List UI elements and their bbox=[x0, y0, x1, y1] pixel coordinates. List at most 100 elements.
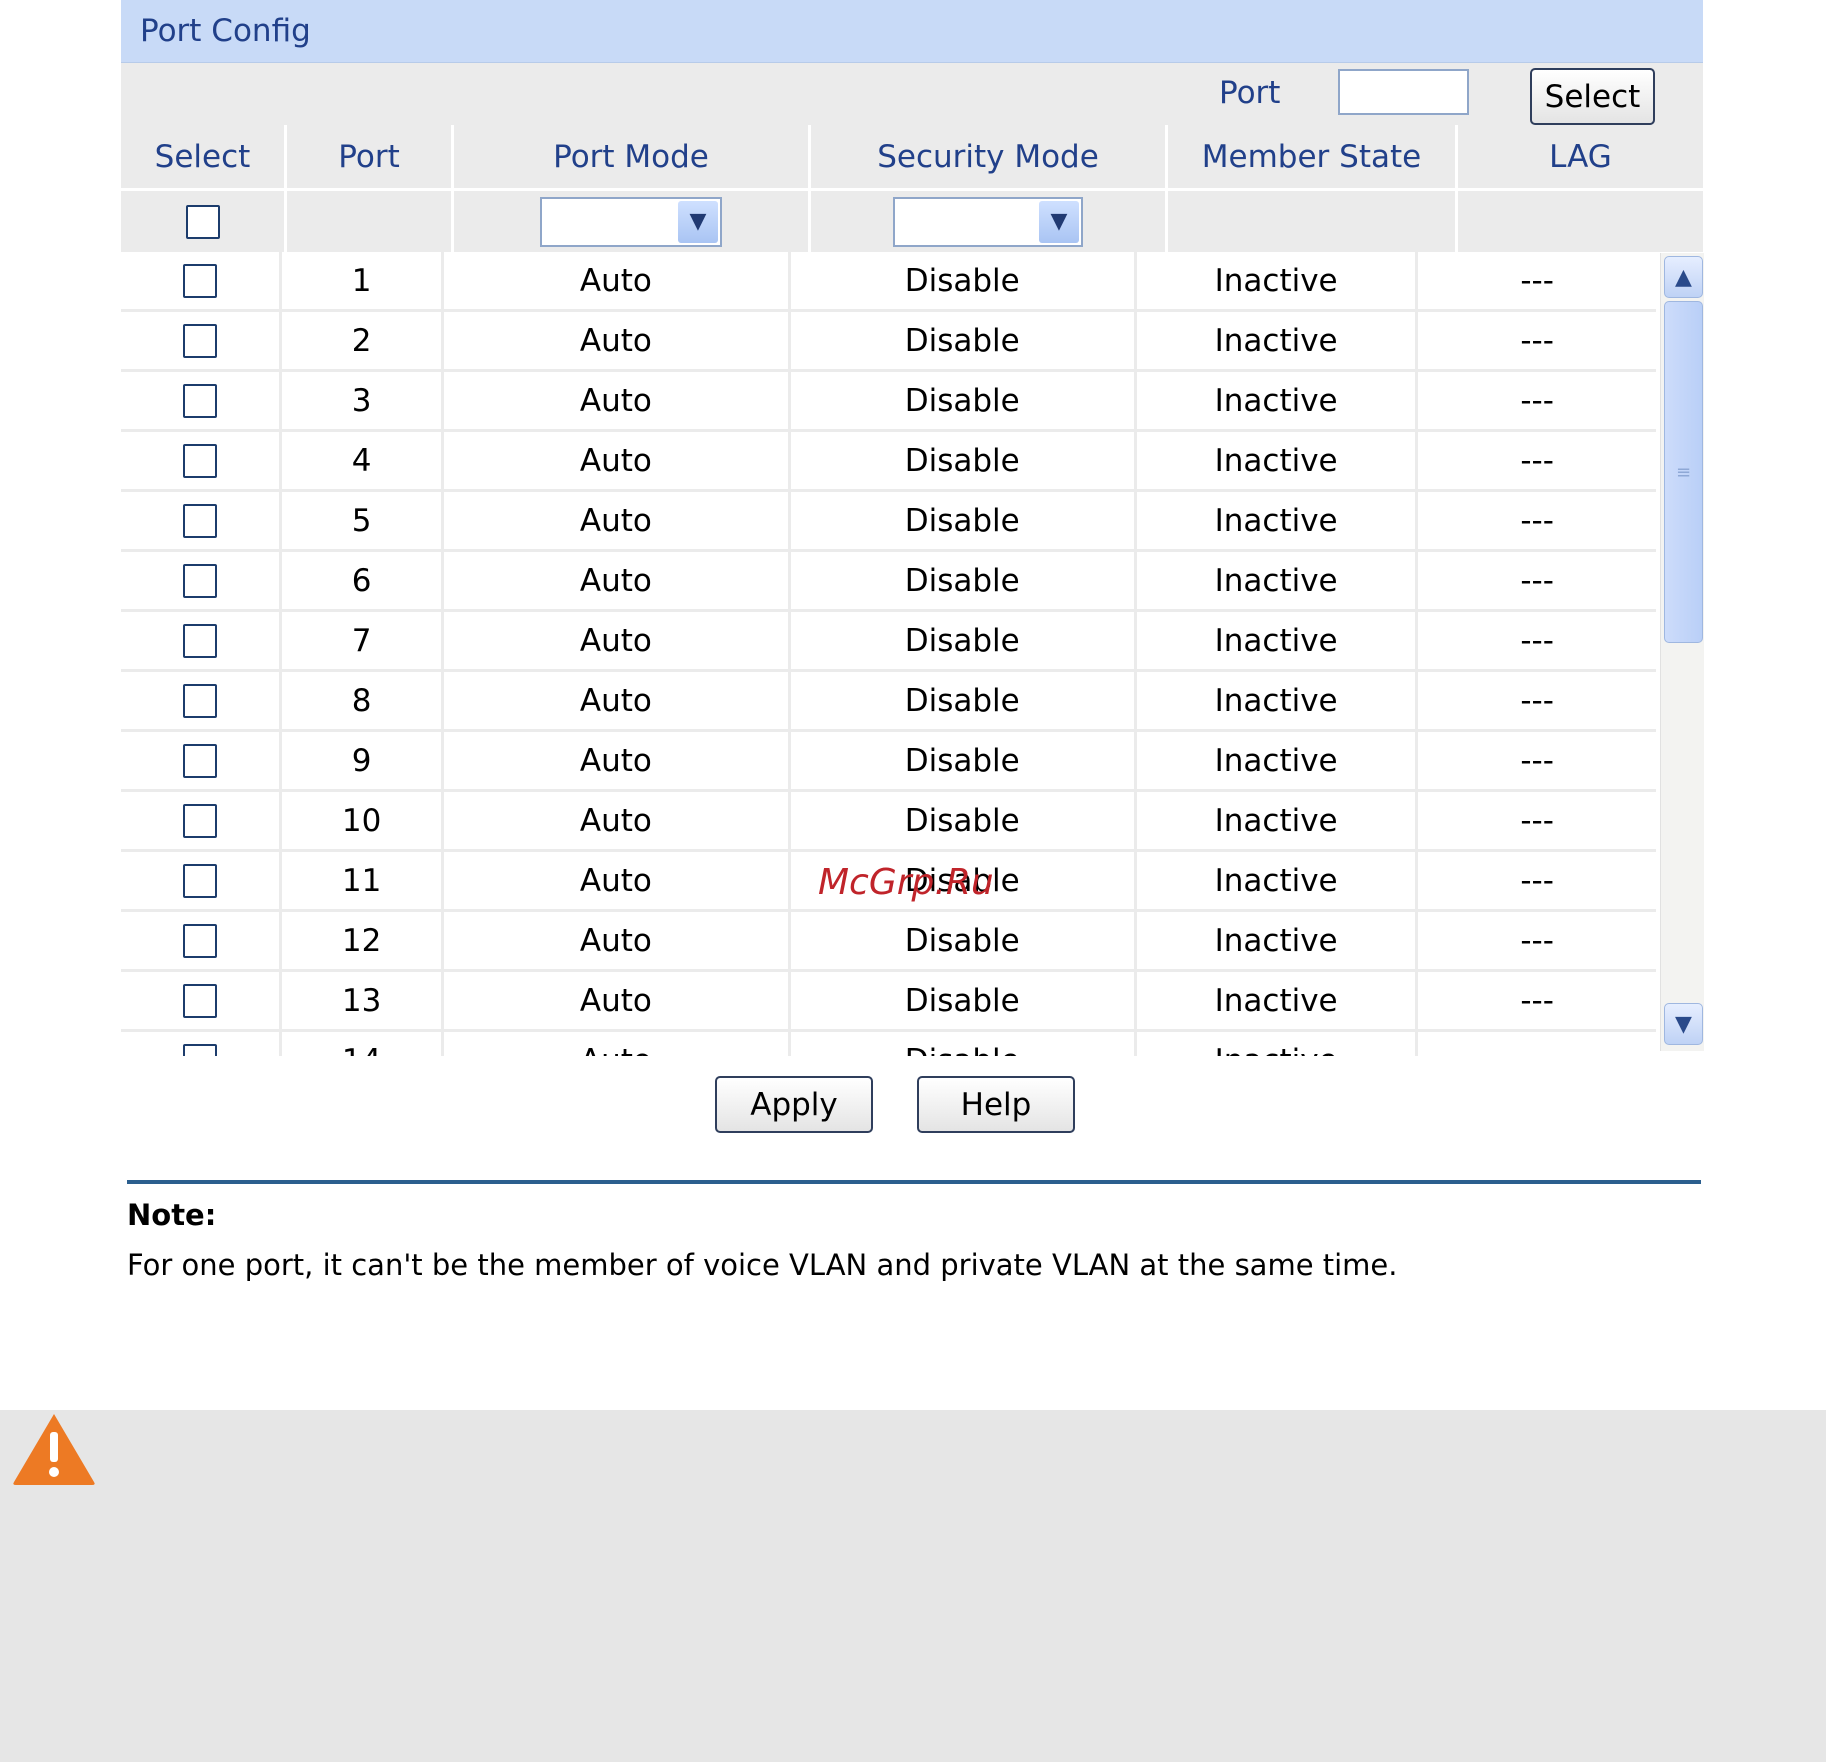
port-cell: 7 bbox=[282, 612, 445, 669]
member-state-cell: Inactive bbox=[1137, 552, 1419, 609]
member-state-cell: Inactive bbox=[1137, 252, 1419, 309]
row-select-checkbox[interactable] bbox=[183, 623, 218, 658]
port-mode-cell: Auto bbox=[444, 492, 791, 549]
row-select-checkbox[interactable] bbox=[183, 803, 218, 838]
member-state-cell: Inactive bbox=[1137, 372, 1419, 429]
table-row: 12 Auto Disable Inactive --- bbox=[121, 912, 1656, 972]
member-state-cell: Inactive bbox=[1137, 672, 1419, 729]
table-row: 9 Auto Disable Inactive --- bbox=[121, 732, 1656, 792]
chevron-up-icon[interactable]: ▲ bbox=[1664, 256, 1703, 298]
port-cell: 11 bbox=[282, 852, 445, 909]
port-config-panel: Port Config Port Select Select Port Port… bbox=[121, 0, 1704, 1156]
row-select-checkbox[interactable] bbox=[183, 503, 218, 538]
port-label: Port bbox=[1219, 75, 1281, 111]
action-bar: Apply Help bbox=[121, 1056, 1703, 1156]
port-mode-cell: Auto bbox=[444, 792, 791, 849]
lag-cell: --- bbox=[1520, 382, 1554, 419]
member-state-cell: Inactive bbox=[1137, 312, 1419, 369]
member-state-cell: Inactive bbox=[1137, 432, 1419, 489]
row-select-checkbox[interactable] bbox=[183, 863, 218, 898]
header-security-mode: Security Mode bbox=[811, 125, 1168, 188]
note-text: For one port, it can't be the member of … bbox=[127, 1248, 1398, 1282]
port-mode-cell: Auto bbox=[444, 732, 791, 789]
security-mode-cell: Disable bbox=[791, 792, 1137, 849]
member-state-cell: Inactive bbox=[1137, 612, 1419, 669]
chevron-down-icon: ▼ bbox=[1039, 200, 1079, 243]
header-member-state: Member State bbox=[1168, 125, 1458, 188]
lag-cell: --- bbox=[1520, 982, 1554, 1019]
port-cell: 6 bbox=[282, 552, 445, 609]
row-select-checkbox[interactable] bbox=[183, 923, 218, 958]
help-button[interactable]: Help bbox=[917, 1076, 1075, 1133]
warning-box bbox=[0, 1410, 1826, 1762]
row-select-checkbox[interactable] bbox=[183, 743, 218, 778]
security-mode-cell: Disable bbox=[791, 732, 1137, 789]
port-mode-cell: Auto bbox=[444, 672, 791, 729]
table-row: 1 Auto Disable Inactive --- bbox=[121, 252, 1656, 312]
chevron-down-icon: ▼ bbox=[678, 200, 718, 243]
row-select-checkbox[interactable] bbox=[183, 263, 218, 298]
header-port-mode: Port Mode bbox=[454, 125, 811, 188]
select-all-checkbox[interactable] bbox=[185, 204, 220, 239]
row-select-checkbox[interactable] bbox=[183, 323, 218, 358]
lag-cell: --- bbox=[1520, 262, 1554, 299]
security-mode-cell: Disable bbox=[791, 492, 1137, 549]
select-button[interactable]: Select bbox=[1530, 68, 1655, 125]
row-select-checkbox[interactable] bbox=[183, 683, 218, 718]
row-select-checkbox[interactable] bbox=[183, 443, 218, 478]
table-row: 2 Auto Disable Inactive --- bbox=[121, 312, 1656, 372]
lag-cell: --- bbox=[1520, 622, 1554, 659]
port-cell: 10 bbox=[282, 792, 445, 849]
lag-cell: --- bbox=[1520, 562, 1554, 599]
table-row: 3 Auto Disable Inactive --- bbox=[121, 372, 1656, 432]
port-mode-cell: Auto bbox=[444, 852, 791, 909]
port-cell: 4 bbox=[282, 432, 445, 489]
security-mode-cell: Disable bbox=[791, 252, 1137, 309]
member-state-cell: Inactive bbox=[1137, 912, 1419, 969]
panel-title: Port Config bbox=[121, 0, 1703, 63]
header-lag: LAG bbox=[1549, 138, 1612, 175]
port-cell: 9 bbox=[282, 732, 445, 789]
security-mode-cell: Disable bbox=[791, 612, 1137, 669]
lag-cell: --- bbox=[1520, 922, 1554, 959]
port-mode-cell: Auto bbox=[444, 312, 791, 369]
port-cell: 8 bbox=[282, 672, 445, 729]
note-title: Note: bbox=[127, 1198, 217, 1232]
table-scrollbar[interactable]: ▲ ≡ ▼ bbox=[1660, 253, 1704, 1051]
scrollbar-thumb[interactable]: ≡ bbox=[1664, 301, 1703, 643]
security-mode-cell: Disable bbox=[791, 672, 1137, 729]
port-cell: 12 bbox=[282, 912, 445, 969]
port-mode-dropdown[interactable]: ▼ bbox=[540, 196, 722, 247]
lag-cell: --- bbox=[1520, 742, 1554, 779]
apply-button[interactable]: Apply bbox=[715, 1076, 873, 1133]
filter-row: ▼ ▼ bbox=[121, 188, 1703, 252]
port-mode-cell: Auto bbox=[444, 372, 791, 429]
table-row: 7 Auto Disable Inactive --- bbox=[121, 612, 1656, 672]
member-state-cell: Inactive bbox=[1137, 492, 1419, 549]
row-select-checkbox[interactable] bbox=[183, 563, 218, 598]
watermark: McGrp.Ru bbox=[818, 862, 994, 903]
row-select-checkbox[interactable] bbox=[183, 983, 218, 1018]
port-mode-cell: Auto bbox=[444, 552, 791, 609]
port-mode-cell: Auto bbox=[444, 912, 791, 969]
lag-cell: --- bbox=[1520, 322, 1554, 359]
port-cell: 3 bbox=[282, 372, 445, 429]
port-table: 1 Auto Disable Inactive --- 2 Auto Disable Inact… bbox=[121, 252, 1704, 1092]
security-mode-dropdown[interactable]: ▼ bbox=[893, 196, 1083, 247]
port-cell: 5 bbox=[282, 492, 445, 549]
port-input[interactable] bbox=[1338, 69, 1469, 115]
port-mode-cell: Auto bbox=[444, 432, 791, 489]
chevron-down-icon[interactable]: ▼ bbox=[1664, 1003, 1703, 1045]
table-row: 4 Auto Disable Inactive --- bbox=[121, 432, 1656, 492]
table-row: 5 Auto Disable Inactive --- bbox=[121, 492, 1656, 552]
table-row: 13 Auto Disable Inactive --- bbox=[121, 972, 1656, 1032]
warning-icon bbox=[13, 1414, 95, 1485]
row-select-checkbox[interactable] bbox=[183, 383, 218, 418]
port-cell: 13 bbox=[282, 972, 445, 1029]
port-mode-cell: Auto bbox=[444, 252, 791, 309]
security-mode-cell: Disable bbox=[791, 432, 1137, 489]
security-mode-cell: Disable bbox=[791, 972, 1137, 1029]
table-row: 8 Auto Disable Inactive --- bbox=[121, 672, 1656, 732]
note-divider bbox=[127, 1180, 1701, 1184]
lag-cell: --- bbox=[1520, 442, 1554, 479]
